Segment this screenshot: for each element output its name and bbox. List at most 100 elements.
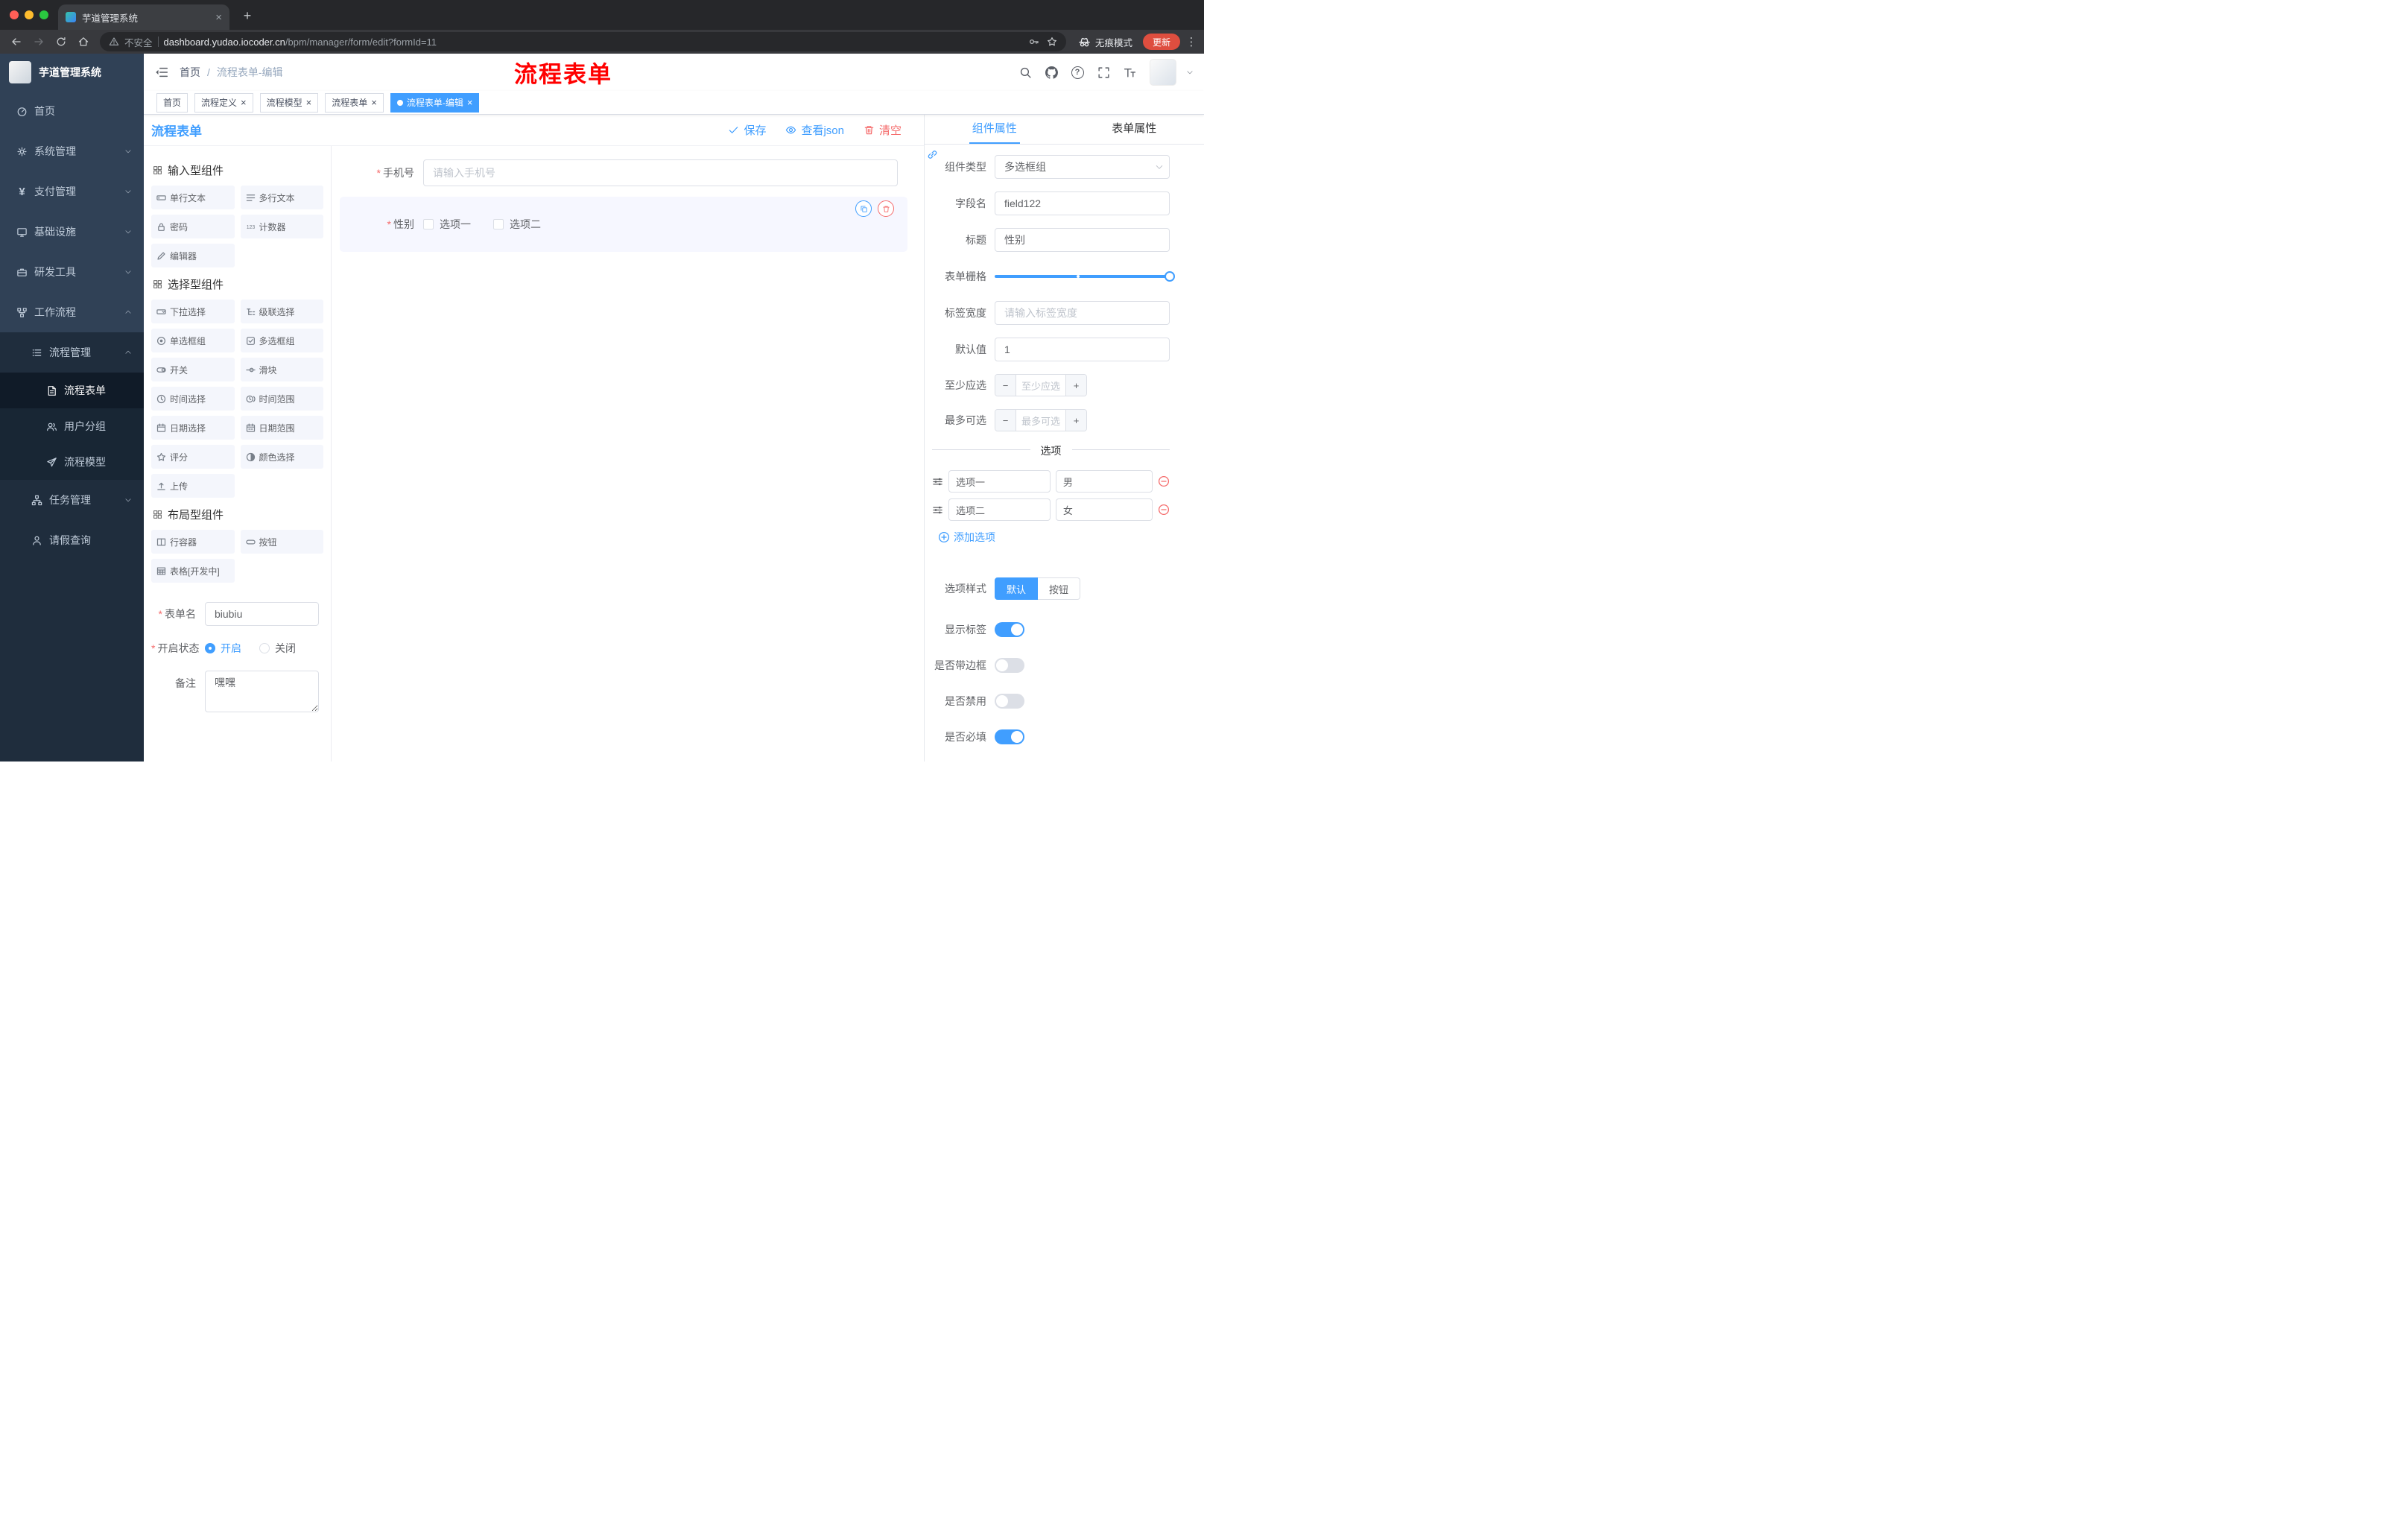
palette-item-time-range[interactable]: 时间范围 — [240, 387, 323, 411]
palette-item-color-picker[interactable]: 颜色选择 — [240, 445, 323, 469]
tag-close-icon[interactable]: × — [371, 98, 377, 107]
remove-option-icon[interactable] — [1158, 504, 1170, 516]
url-text[interactable]: dashboard.yudao.iocoder.cn/bpm/manager/f… — [164, 37, 1024, 48]
tag-close-icon[interactable]: × — [306, 98, 312, 107]
browser-tab[interactable]: 芋道管理系统 × — [58, 4, 229, 30]
palette-item-time-picker[interactable]: 时间选择 — [151, 387, 235, 411]
sidebar-item-system[interactable]: 系统管理 — [0, 131, 144, 171]
fullscreen-icon[interactable] — [1094, 63, 1112, 82]
palette-item-date-picker[interactable]: 日期选择 — [151, 416, 235, 440]
security-label[interactable]: 不安全 — [124, 35, 153, 49]
required-toggle[interactable] — [995, 729, 1024, 744]
avatar-caret-icon[interactable] — [1186, 69, 1194, 76]
palette-item-single-text[interactable]: 单行文本 — [151, 186, 235, 209]
label-width-input[interactable] — [995, 301, 1170, 325]
forward-button[interactable] — [28, 32, 49, 51]
tab-form-props[interactable]: 表单属性 — [1065, 115, 1205, 144]
component-type-select[interactable]: 多选框组 — [995, 155, 1170, 179]
view-json-button[interactable]: 查看json — [785, 122, 844, 138]
add-option-button[interactable]: 添加选项 — [938, 530, 1170, 545]
palette-item-rate[interactable]: 评分 — [151, 445, 235, 469]
sidebar-item-task-management[interactable]: 任务管理 — [0, 480, 144, 520]
phone-field-input[interactable] — [423, 159, 898, 186]
gender-field-row-selected[interactable]: * 性别 选项一 选项二 — [340, 197, 907, 252]
field-name-input[interactable] — [995, 191, 1170, 215]
back-button[interactable] — [6, 32, 27, 51]
increase-button[interactable]: + — [1065, 410, 1086, 431]
sidebar-item-infra[interactable]: 基础设施 — [0, 212, 144, 252]
sidebar-item-user-group[interactable]: 用户分组 — [0, 408, 144, 444]
tab-component-props[interactable]: 组件属性 — [925, 115, 1065, 144]
palette-item-multi-text[interactable]: 多行文本 — [240, 186, 323, 209]
border-toggle[interactable] — [995, 658, 1024, 673]
style-default-button[interactable]: 默认 — [995, 577, 1039, 600]
sidebar-item-devtools[interactable]: 研发工具 — [0, 252, 144, 292]
form-canvas[interactable]: *手机号 *性别 选项一 选项二 — [332, 146, 924, 762]
close-window-button[interactable] — [10, 10, 19, 19]
sidebar-item-workflow[interactable]: 工作流程 — [0, 292, 144, 332]
tab-close-icon[interactable]: × — [215, 12, 222, 23]
remove-option-icon[interactable] — [1158, 475, 1170, 487]
zoom-window-button[interactable] — [39, 10, 48, 19]
grid-span-slider[interactable] — [995, 265, 1175, 288]
font-size-icon[interactable] — [1121, 63, 1138, 82]
palette-item-upload[interactable]: 上传 — [151, 474, 235, 498]
default-value-input[interactable] — [995, 338, 1170, 361]
minimize-window-button[interactable] — [25, 10, 34, 19]
new-tab-button[interactable]: + — [238, 7, 256, 25]
disabled-toggle[interactable] — [995, 694, 1024, 709]
browser-menu-icon[interactable]: ⋮ — [1185, 35, 1198, 48]
sidebar-item-process-form[interactable]: 流程表单 — [0, 373, 144, 408]
palette-item-slider[interactable]: 滑块 — [240, 358, 323, 381]
checkbox[interactable] — [423, 219, 434, 229]
option-value-input[interactable] — [1055, 470, 1153, 493]
phone-field-row[interactable]: * 手机号 — [340, 155, 907, 191]
increase-button[interactable]: + — [1065, 375, 1086, 396]
status-off-radio[interactable]: 关闭 — [259, 641, 296, 656]
sidebar-item-home[interactable]: 首页 — [0, 91, 144, 131]
palette-item-checkbox-group[interactable]: 多选框组 — [240, 329, 323, 352]
delete-component-button[interactable] — [878, 200, 894, 217]
github-icon[interactable] — [1042, 63, 1060, 82]
palette-item-password[interactable]: 密码 — [151, 215, 235, 238]
palette-item-counter[interactable]: 123 计数器 — [240, 215, 323, 238]
tag-close-icon[interactable]: × — [467, 98, 473, 107]
search-icon[interactable] — [1016, 63, 1034, 82]
drag-handle-icon[interactable] — [932, 476, 943, 487]
decrease-button[interactable]: − — [995, 375, 1016, 396]
drag-handle-icon[interactable] — [932, 504, 943, 516]
form-name-input[interactable] — [205, 602, 319, 626]
clear-button[interactable]: 清空 — [864, 122, 902, 138]
checkbox[interactable] — [493, 219, 504, 229]
copy-component-button[interactable] — [855, 200, 872, 217]
bookmark-star-icon[interactable] — [1047, 37, 1057, 47]
option-value-input[interactable] — [1055, 498, 1153, 521]
palette-item-editor[interactable]: 编辑器 — [151, 244, 235, 267]
decrease-button[interactable]: − — [995, 410, 1016, 431]
palette-item-cascader[interactable]: 级联选择 — [240, 300, 323, 323]
reload-button[interactable] — [51, 32, 72, 51]
home-button[interactable] — [73, 32, 94, 51]
palette-item-row-container[interactable]: 行容器 — [151, 530, 235, 554]
show-label-toggle[interactable] — [995, 622, 1024, 637]
gender-option-2[interactable]: 选项二 — [493, 217, 541, 232]
password-key-icon[interactable] — [1029, 37, 1039, 47]
help-icon[interactable]: ? — [1068, 63, 1086, 82]
tag-process-definition[interactable]: 流程定义 × — [194, 92, 253, 113]
gender-option-1[interactable]: 选项一 — [423, 217, 471, 232]
avatar[interactable] — [1150, 59, 1176, 86]
palette-item-table[interactable]: 表格[开发中] — [151, 559, 235, 583]
browser-update-button[interactable]: 更新 — [1142, 34, 1180, 50]
palette-item-radio-group[interactable]: 单选框组 — [151, 329, 235, 352]
tag-home[interactable]: 首页 — [156, 92, 188, 113]
sidebar-item-process-model[interactable]: 流程模型 — [0, 444, 144, 480]
status-on-radio[interactable]: 开启 — [205, 641, 241, 656]
option-label-input[interactable] — [948, 498, 1051, 521]
sidebar-collapse-icon[interactable] — [144, 54, 180, 91]
save-button[interactable]: 保存 — [728, 122, 766, 138]
sidebar-item-process-management[interactable]: 流程管理 — [0, 332, 144, 373]
sidebar-item-leave-query[interactable]: 请假查询 — [0, 520, 144, 560]
form-remark-textarea[interactable]: 嘿嘿 — [205, 671, 319, 712]
option-label-input[interactable] — [948, 470, 1051, 493]
palette-item-button[interactable]: 按钮 — [240, 530, 323, 554]
